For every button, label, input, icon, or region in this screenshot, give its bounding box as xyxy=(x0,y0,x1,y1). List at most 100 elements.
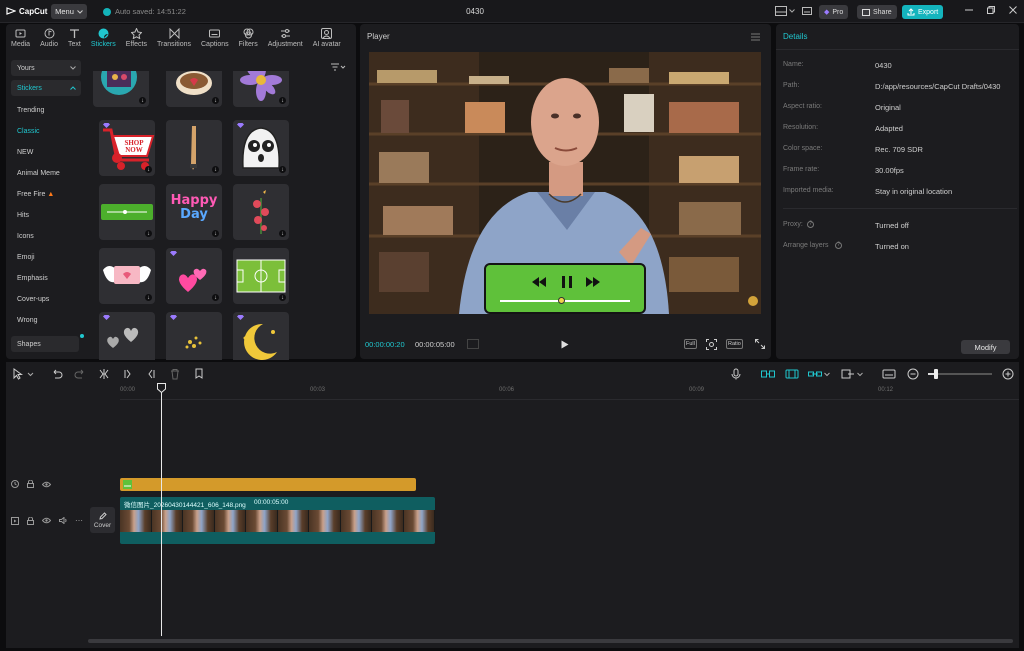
keyboard-shortcuts-icon[interactable] xyxy=(802,6,812,16)
timeline-scrollbar[interactable] xyxy=(88,639,1013,643)
chevron-down-icon[interactable] xyxy=(857,368,863,380)
split-icon[interactable] xyxy=(98,368,110,380)
link-icon[interactable] xyxy=(808,368,822,380)
chevron-down-icon[interactable] xyxy=(824,368,830,380)
tab-stickers[interactable]: Stickers xyxy=(86,24,121,48)
caption-track-icon[interactable] xyxy=(882,368,896,380)
split-right-icon[interactable] xyxy=(145,368,157,380)
full-quality-button[interactable]: Full xyxy=(684,339,697,349)
ratio-button[interactable]: Ratio xyxy=(726,339,743,349)
sticker-item[interactable] xyxy=(99,312,155,360)
sidebar-item-classic[interactable]: Classic xyxy=(11,121,81,142)
download-icon[interactable]: ↓ xyxy=(145,294,152,301)
timecode-format-icon[interactable] xyxy=(467,339,479,349)
sidebar-item-free-fire[interactable]: Free Fire ▲ xyxy=(11,184,81,205)
visibility-eye-icon[interactable] xyxy=(42,481,51,488)
download-icon[interactable]: ↓ xyxy=(279,97,286,104)
yours-dropdown[interactable]: Yours xyxy=(11,60,81,76)
chevron-down-icon[interactable] xyxy=(27,368,34,380)
sticker-item[interactable] xyxy=(166,312,222,360)
close-icon[interactable] xyxy=(1009,6,1017,14)
download-icon[interactable]: ↓ xyxy=(139,97,146,104)
focus-icon[interactable] xyxy=(706,339,717,350)
main-track-magnet-icon[interactable] xyxy=(761,368,775,380)
tab-captions[interactable]: Captions xyxy=(196,24,234,48)
minimize-icon[interactable] xyxy=(965,6,973,14)
lock-icon[interactable] xyxy=(27,480,34,488)
sticker-item[interactable]: ↓ xyxy=(166,71,222,107)
sticker-item[interactable]: ↓ xyxy=(233,71,289,107)
redo-icon[interactable] xyxy=(74,368,86,380)
timeline-ruler[interactable]: 00:00 00:03 00:06 00:09 00:12 xyxy=(120,384,1019,400)
download-icon[interactable]: ↓ xyxy=(145,166,152,173)
sidebar-item-wrong[interactable]: Wrong xyxy=(11,310,81,331)
zoom-in-icon[interactable] xyxy=(1002,368,1014,380)
sidebar-item-trending[interactable]: Trending xyxy=(11,100,81,121)
split-left-icon[interactable] xyxy=(122,368,134,380)
sticker-item[interactable]: ↓ xyxy=(99,248,155,304)
share-button[interactable]: Share xyxy=(857,5,897,19)
video-preview[interactable] xyxy=(369,52,761,314)
playhead[interactable] xyxy=(161,384,162,636)
sticker-item[interactable]: ↓ xyxy=(166,120,222,176)
download-icon[interactable]: ↓ xyxy=(212,166,219,173)
play-icon[interactable] xyxy=(561,340,569,349)
tab-effects[interactable]: Effects xyxy=(121,24,152,48)
tab-audio[interactable]: Audio xyxy=(35,24,63,48)
tab-media[interactable]: Media xyxy=(6,24,35,48)
download-icon[interactable]: ↓ xyxy=(145,230,152,237)
sidebar-item-animal-meme[interactable]: Animal Meme xyxy=(11,163,81,184)
zoom-out-icon[interactable] xyxy=(907,368,919,380)
lock-icon[interactable] xyxy=(27,516,34,525)
more-options-icon[interactable]: ⋯ xyxy=(75,516,83,525)
undo-icon[interactable] xyxy=(51,368,63,380)
filter-sort-icon[interactable] xyxy=(330,63,346,71)
playhead-handle-icon[interactable] xyxy=(157,383,166,393)
sticker-item[interactable]: ↓ xyxy=(233,184,289,240)
sidebar-item-icons[interactable]: Icons xyxy=(11,226,81,247)
player-menu-icon[interactable] xyxy=(751,33,760,41)
tab-ai-avatar[interactable]: AI avatar xyxy=(308,24,346,48)
zoom-slider-handle[interactable] xyxy=(934,369,938,379)
marker-icon[interactable] xyxy=(193,368,205,380)
sticker-item[interactable]: SHOP NOW ↓ xyxy=(99,120,155,176)
sticker-item[interactable]: ↓ xyxy=(166,248,222,304)
download-icon[interactable]: ↓ xyxy=(279,294,286,301)
visibility-eye-icon[interactable] xyxy=(42,517,51,524)
auto-snap-icon[interactable] xyxy=(785,368,799,380)
audio-volume-icon[interactable] xyxy=(59,517,67,524)
sticker-item[interactable]: ↓ xyxy=(99,184,155,240)
microphone-icon[interactable] xyxy=(730,368,742,380)
sticker-item[interactable]: ↓ xyxy=(93,71,149,107)
sticker-clip[interactable] xyxy=(120,478,416,491)
download-icon[interactable]: ↓ xyxy=(212,230,219,237)
select-cursor-icon[interactable] xyxy=(12,368,24,380)
tab-text[interactable]: Text xyxy=(63,24,86,48)
stickers-dropdown[interactable]: Stickers xyxy=(11,80,81,96)
sidebar-item-emphasis[interactable]: Emphasis xyxy=(11,268,81,289)
sticker-item[interactable]: ↓ xyxy=(233,248,289,304)
restore-icon[interactable] xyxy=(987,6,995,14)
download-icon[interactable]: ↓ xyxy=(212,294,219,301)
menu-button[interactable]: Menu xyxy=(51,4,87,19)
export-button[interactable]: Export xyxy=(902,5,944,19)
help-icon[interactable]: ? xyxy=(807,221,814,228)
delete-icon[interactable] xyxy=(169,368,181,380)
tab-adjustment[interactable]: Adjustment xyxy=(263,24,308,48)
tab-filters[interactable]: Filters xyxy=(234,24,263,48)
sidebar-item-cover-ups[interactable]: Cover-ups xyxy=(11,289,81,310)
preview-axis-icon[interactable] xyxy=(841,368,855,380)
sidebar-item-hits[interactable]: Hits xyxy=(11,205,81,226)
download-icon[interactable]: ↓ xyxy=(279,166,286,173)
sticker-item[interactable] xyxy=(233,312,289,360)
pro-button[interactable]: ◆ Pro xyxy=(819,5,849,19)
sidebar-item-shapes[interactable]: Shapes xyxy=(11,336,79,352)
sticker-item[interactable]: ↓ xyxy=(233,120,289,176)
download-icon[interactable]: ↓ xyxy=(212,97,219,104)
sidebar-item-new[interactable]: NEW xyxy=(11,142,81,163)
video-clip[interactable]: 微信图片_20260430144421_606_148.png 00:00:05… xyxy=(120,497,435,544)
sidebar-item-emoji[interactable]: Emoji xyxy=(11,247,81,268)
download-icon[interactable]: ↓ xyxy=(279,230,286,237)
fullscreen-icon[interactable] xyxy=(755,339,765,349)
tab-transitions[interactable]: Transitions xyxy=(152,24,196,48)
